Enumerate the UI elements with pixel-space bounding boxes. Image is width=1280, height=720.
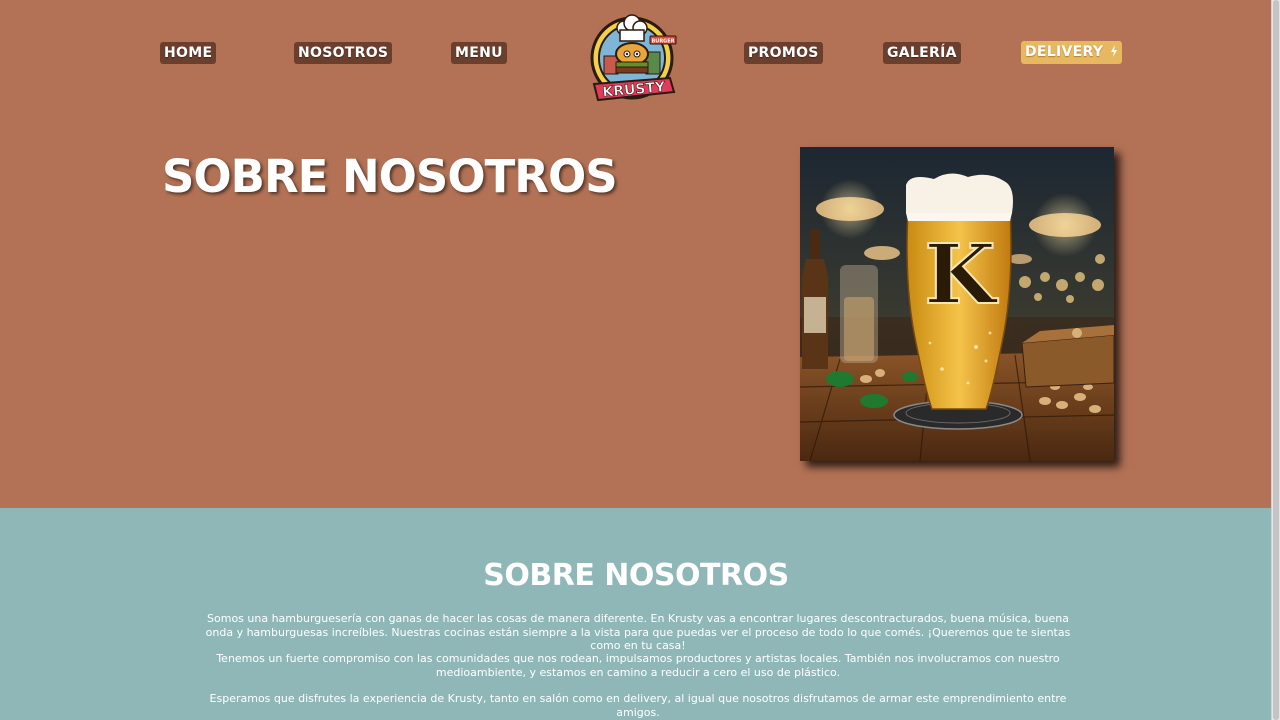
- nav-galeria[interactable]: GALERÍA: [883, 42, 961, 64]
- nav-delivery-button[interactable]: DELIVERY: [1021, 41, 1123, 64]
- delivery-label: DELIVERY: [1025, 44, 1104, 60]
- page-scrollbar[interactable]: [1271, 0, 1280, 720]
- about-paragraph-2: Tenemos un fuerte compromiso con las com…: [216, 652, 1060, 679]
- beer-image: K: [800, 147, 1114, 461]
- nav-promos[interactable]: PROMOS: [744, 42, 823, 64]
- krusty-logo[interactable]: BURGER KRUSTY: [584, 12, 682, 104]
- lightning-icon: [1110, 42, 1118, 57]
- hero-section: HOME NOSOTROS MENU BURGER KRUSTY PROMOS …: [0, 0, 1272, 508]
- about-title: SOBRE NOSOTROS: [483, 558, 789, 593]
- scrollbar-thumb[interactable]: [1273, 0, 1279, 720]
- about-paragraph-1: Somos una hamburguesería con ganas de ha…: [205, 612, 1071, 652]
- page-title: SOBRE NOSOTROS: [162, 150, 618, 203]
- nav-menu[interactable]: MENU: [451, 42, 507, 64]
- about-section: SOBRE NOSOTROS Somos una hamburguesería …: [0, 508, 1272, 720]
- logo-image: BURGER KRUSTY: [590, 14, 677, 102]
- glass-letter: K: [924, 227, 998, 323]
- logo-sign-text: BURGER: [651, 39, 674, 45]
- about-paragraph-3: Esperamos que disfrutes la experiencia d…: [209, 692, 1067, 719]
- nav-home[interactable]: HOME: [160, 42, 217, 64]
- nav-nosotros[interactable]: NOSOTROS: [294, 42, 393, 64]
